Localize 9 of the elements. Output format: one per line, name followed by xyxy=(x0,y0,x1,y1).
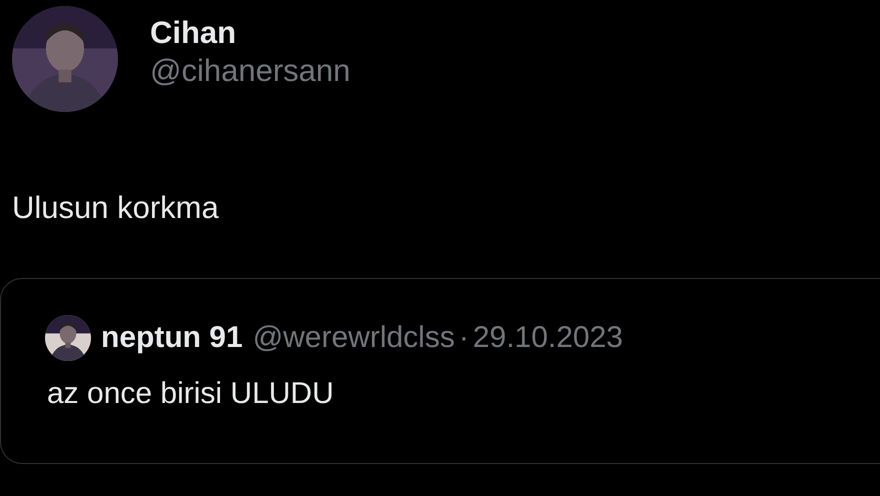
author-name[interactable]: Cihan xyxy=(150,15,350,51)
author-handle[interactable]: @cihanersann xyxy=(150,53,350,89)
quoted-tweet-text: az once birisi ULUDU xyxy=(47,377,335,411)
separator-dot: · xyxy=(458,321,469,355)
quoted-tweet-card[interactable]: neptun 91 @werewrldclss·29.10.2023 az once birisi ULUDU xyxy=(0,278,880,464)
quoted-author-name[interactable]: neptun 91 xyxy=(101,321,243,355)
quoted-author-handle[interactable]: @werewrldclss xyxy=(252,321,455,355)
quoted-date: 29.10.2023 xyxy=(472,321,623,355)
tweet-text: Ulusun korkma xyxy=(12,190,220,226)
